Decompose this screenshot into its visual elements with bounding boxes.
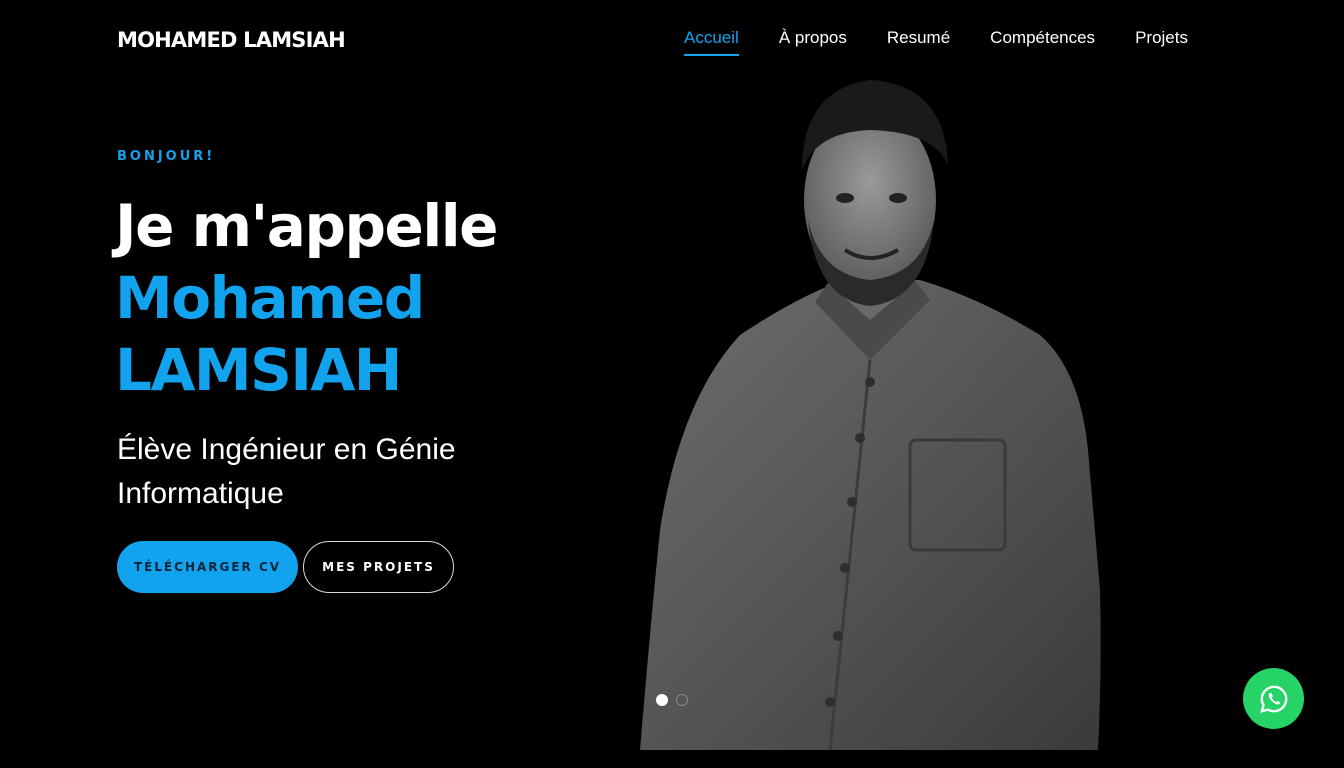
slider-dot-2[interactable] [676,694,688,706]
hero-headline: Je m'appelle Mohamed LAMSIAH [115,190,498,406]
slider-dot-1[interactable] [656,694,668,706]
hero-subtitle: Élève Ingénieur en Génie Informatique [117,433,456,510]
nav-item-a-propos[interactable]: À propos [779,28,847,56]
nav-item-projets[interactable]: Projets [1135,28,1188,56]
headline-intro: Je m'appelle [115,192,498,260]
download-cv-button[interactable]: TÉLÉCHARGER CV [117,541,298,593]
whatsapp-button[interactable] [1243,668,1304,729]
headline-last-name: LAMSIAH [115,336,402,404]
site-logo[interactable]: MOHAMED LAMSIAH [117,28,346,52]
main-nav: Accueil À propos Resumé Compétences Proj… [684,28,1188,56]
nav-item-accueil[interactable]: Accueil [684,28,739,56]
whatsapp-icon [1259,685,1287,713]
my-projects-button[interactable]: MES PROJETS [303,541,454,593]
profile-photo [640,80,1101,750]
nav-item-resume[interactable]: Resumé [887,28,950,56]
slider-dots [656,694,688,706]
headline-first-name: Mohamed [115,264,425,332]
nav-item-competences[interactable]: Compétences [990,28,1095,56]
hero-greeting: BONJOUR! [117,149,216,164]
